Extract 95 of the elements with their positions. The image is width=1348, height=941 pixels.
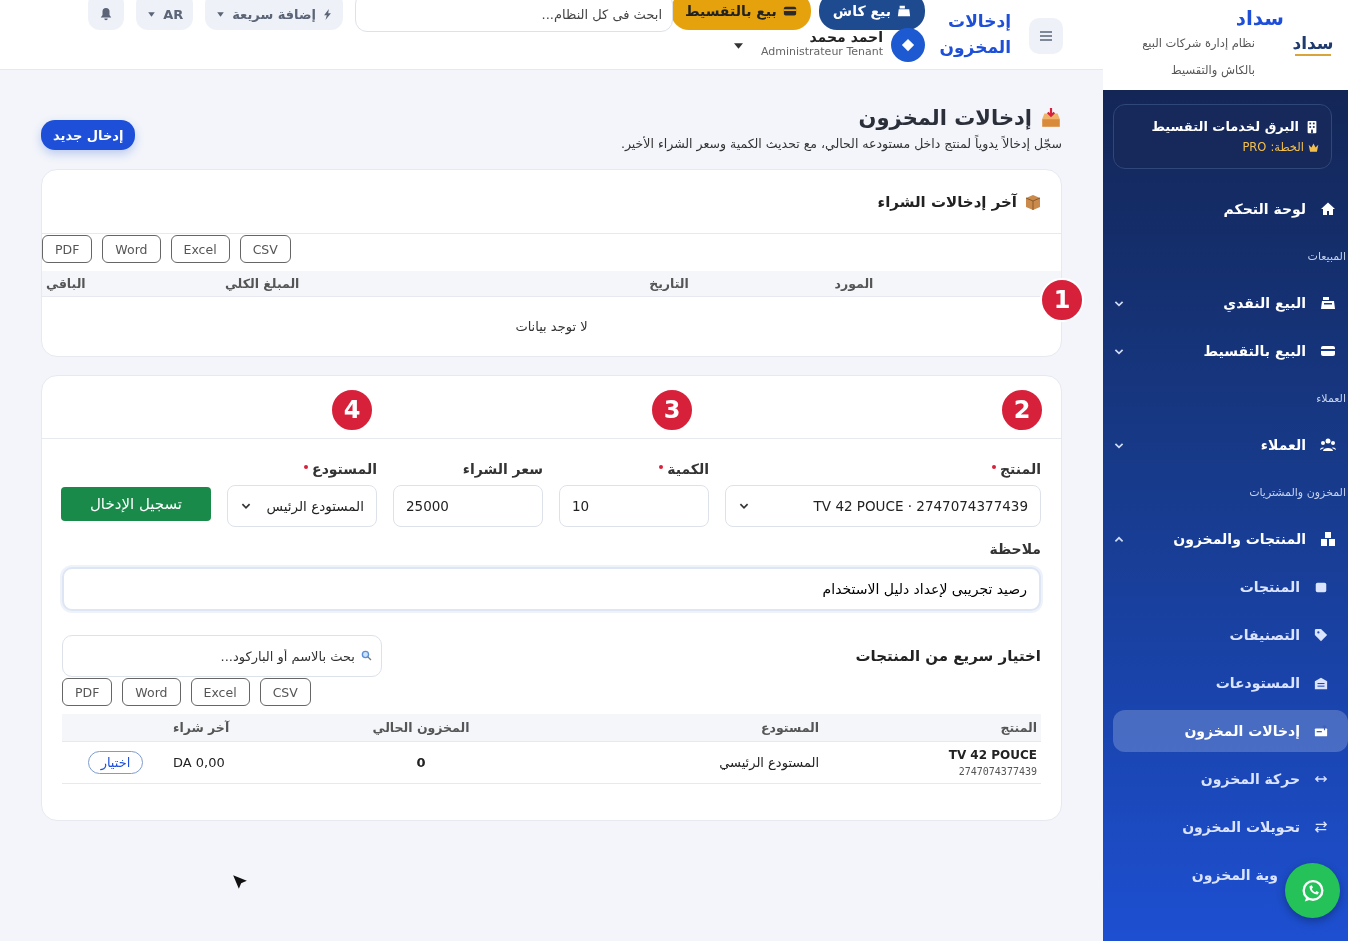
- field-label: المستودع: [227, 461, 377, 477]
- column-header: الباقي: [42, 271, 90, 297]
- column-header: آخر شراء: [169, 714, 317, 742]
- installment-sale-button[interactable]: بيع بالتقسيط: [670, 0, 811, 30]
- package-icon: [1025, 193, 1041, 210]
- input-field[interactable]: 10: [559, 485, 709, 527]
- diamond-icon: [901, 38, 915, 52]
- field-label: المنتج: [725, 461, 1041, 477]
- column-header: المخزون الحالي: [317, 714, 525, 742]
- field-label: سعر الشراء: [461, 461, 543, 477]
- export-button[interactable]: Excel: [170, 235, 230, 263]
- brand-tagline: نظام إدارة شركات البيع بالكاش والتقسيط: [1141, 35, 1255, 80]
- notifications-button[interactable]: [88, 0, 125, 30]
- export-button[interactable]: PDF: [42, 235, 93, 263]
- table-cell: 0,00 DA: [173, 755, 225, 770]
- caret-icon[interactable]: [733, 43, 743, 49]
- quick-add-button[interactable]: إضافة سريعة: [205, 0, 343, 30]
- swap-icon: [1314, 820, 1328, 834]
- product-name: TV 42 POUCE: [947, 748, 1037, 762]
- crown-icon: [1308, 141, 1319, 153]
- table-cell: المستودع الرئيسي: [719, 755, 819, 770]
- column-header: المستودع: [525, 714, 823, 742]
- new-entry-button[interactable]: إدخال جديد: [41, 120, 136, 150]
- menu-icon: [1038, 28, 1054, 44]
- nav-subitem[interactable]: المستودعات: [1103, 662, 1338, 704]
- export-button[interactable]: CSV: [239, 235, 291, 263]
- export-button[interactable]: CSV: [259, 678, 311, 706]
- export-button[interactable]: Excel: [190, 678, 250, 706]
- brand-name: سداد: [1235, 6, 1284, 30]
- plan-label: الخطة:: [1270, 140, 1304, 154]
- select-button[interactable]: اختيار: [87, 751, 144, 774]
- nav-section-label: المبيعات: [1306, 248, 1347, 265]
- nav-subitem[interactable]: التصنيفات: [1103, 614, 1338, 656]
- menu-button[interactable]: [1029, 18, 1063, 54]
- nav-item[interactable]: المنتجات والمخزون: [1103, 515, 1348, 563]
- table-cell: 0: [416, 755, 426, 770]
- boxes-icon: [1320, 531, 1336, 547]
- input-field[interactable]: 25000: [393, 485, 543, 527]
- bell-icon: [99, 7, 114, 21]
- export-button[interactable]: Word: [122, 678, 181, 706]
- pointer-cursor-icon: [232, 874, 248, 890]
- product-barcode: 2747074377439: [957, 766, 1037, 777]
- user-name: احمد محمد: [808, 28, 883, 45]
- nav-subitem[interactable]: وية المخزون: [1103, 854, 1278, 896]
- card-icon: [1320, 343, 1336, 359]
- nav-section-label: العملاء: [1315, 390, 1347, 407]
- page-title: إدخالات المخزون: [938, 10, 1011, 60]
- nav-subitem[interactable]: إدخالات المخزون: [1113, 710, 1348, 752]
- column-header: المورد: [692, 271, 878, 297]
- nav-item[interactable]: البيع النقدي: [1103, 279, 1348, 327]
- cash-register-icon: [1320, 295, 1336, 311]
- nav-item[interactable]: لوحة التحكم: [1103, 185, 1348, 233]
- language-button[interactable]: AR: [136, 0, 194, 30]
- nav-subitem[interactable]: تحويلات المخزون: [1103, 806, 1338, 848]
- export-button[interactable]: PDF: [62, 678, 113, 706]
- cash-sale-button[interactable]: بيع كاش: [818, 0, 925, 30]
- card-title: آخر إدخالات الشراء: [877, 192, 1017, 211]
- nav-subitem[interactable]: حركة المخزون: [1103, 758, 1338, 800]
- search-field[interactable]: ابحث فى كل النظام...: [355, 0, 673, 32]
- plan-name: PRO: [1242, 140, 1267, 154]
- home-icon: [1320, 201, 1336, 217]
- select-field[interactable]: TV 42 POUCE · 2747074377439: [725, 485, 1041, 527]
- users-icon: [1320, 437, 1336, 453]
- warehouse-icon: [1314, 676, 1328, 690]
- export-button[interactable]: Word: [102, 235, 161, 263]
- step-marker: 1: [1040, 278, 1084, 322]
- empty-message: لا توجد بيانات: [515, 319, 588, 334]
- inbox-tray-icon: [1040, 107, 1062, 129]
- column-header: التاريخ: [303, 271, 693, 297]
- nav-subitem[interactable]: المنتجات: [1103, 566, 1338, 608]
- field-label: ملاحظة: [988, 541, 1041, 557]
- card-icon: [782, 4, 797, 18]
- lightning-icon: [322, 8, 333, 20]
- column-header: المبلغ الكلي: [89, 271, 304, 297]
- user-avatar[interactable]: [891, 28, 925, 62]
- box-icon: [1314, 580, 1328, 594]
- nav-section-label: المخزون والمشتريات: [1248, 484, 1347, 501]
- page-heading: إدخالات المخزون: [858, 106, 1032, 130]
- logo: سداد: [1288, 30, 1338, 60]
- cash-register-icon: [897, 4, 911, 18]
- search-icon: [361, 650, 372, 661]
- nav-item[interactable]: البيع بالتقسيط: [1103, 327, 1348, 375]
- tag-icon: [1314, 628, 1328, 642]
- page-subtitle: سجّل إدخالاً يدوياً لمنتج داخل مستودعه الحالي، مع تحديث الكمية وسعر الشراء الأخير.: [620, 136, 1062, 151]
- building-icon: [1305, 119, 1319, 134]
- section-title: اختيار سريع من المنتجات: [855, 647, 1041, 665]
- field-label: الكمية: [559, 461, 709, 477]
- inbox-icon: [1314, 724, 1328, 738]
- nav-item[interactable]: العملاء: [1103, 421, 1348, 469]
- tenant-name: البرق لخدمات التقسيط: [1151, 119, 1299, 134]
- select-field[interactable]: المستودع الرئيس: [227, 485, 377, 527]
- column-header: المنتج: [823, 714, 1041, 742]
- note-field[interactable]: رصيد تجريبى لإعداد دليل الاستخدام: [62, 567, 1041, 611]
- user-role: Administrateur Tenant: [760, 44, 883, 58]
- submit-button[interactable]: تسجيل الإدخال: [61, 487, 211, 521]
